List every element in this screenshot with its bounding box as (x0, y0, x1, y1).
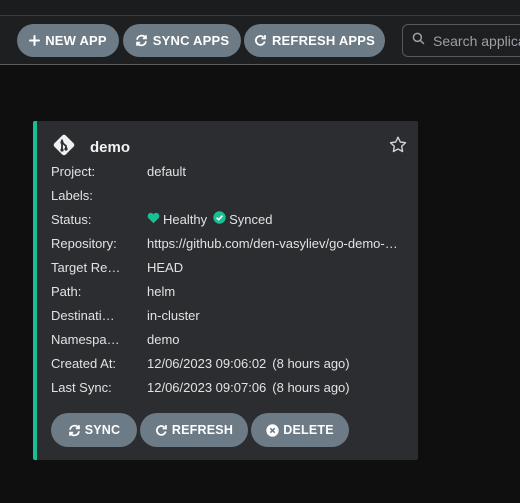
refresh-label: REFRESH (171, 423, 234, 437)
field-label: Repository: (51, 235, 117, 251)
sync-label: SYNC (84, 423, 121, 437)
field-label: Destinati… (51, 307, 115, 323)
sync-apps-button[interactable]: SYNC APPS (123, 24, 241, 57)
field-label: Target Re… (51, 259, 121, 275)
refresh-icon (254, 34, 267, 47)
sync-icon (68, 424, 81, 437)
field-value: in-cluster (147, 307, 200, 323)
field-label: Labels: (51, 187, 93, 203)
refresh-icon (155, 424, 168, 437)
field-destination: Destinati… in-cluster (51, 303, 411, 327)
created-date: 12/06/2023 09:06:02 (147, 355, 267, 371)
field-target-revision: Target Re… HEAD (51, 255, 411, 279)
check-circle-icon (213, 211, 229, 227)
search-input[interactable] (433, 32, 520, 49)
search-box[interactable] (402, 24, 520, 57)
refresh-button[interactable]: REFRESH (140, 413, 248, 447)
heart-icon (147, 212, 163, 227)
new-app-button[interactable]: NEW APP (17, 24, 119, 57)
created-ago: (8 hours ago) (272, 355, 350, 371)
field-value: default (147, 163, 187, 179)
field-value: helm (147, 283, 176, 299)
field-value: HEAD (147, 259, 184, 275)
field-repository: Repository: https://github.com/den-vasyl… (51, 231, 411, 255)
sync-icon (135, 34, 148, 47)
field-value: 12/06/2023 09:06:02 (8 hours ago) (147, 356, 350, 371)
field-value: 12/06/2023 09:07:06 (8 hours ago) (147, 380, 350, 395)
times-circle-icon (266, 423, 279, 437)
sync-date: 12/06/2023 09:07:06 (147, 379, 267, 395)
field-label: Created At: (51, 355, 117, 371)
field-status: Status: Healthy Synced (51, 207, 411, 231)
field-labels: Labels: (51, 183, 411, 207)
field-path: Path: helm (51, 279, 411, 303)
sync-button[interactable]: SYNC (51, 413, 137, 447)
field-label: Status: (51, 211, 92, 227)
search-icon (412, 32, 425, 50)
field-label: Last Sync: (51, 379, 112, 395)
refresh-apps-button[interactable]: REFRESH APPS (244, 24, 385, 57)
sync-status: Synced (229, 211, 273, 227)
field-label: Path: (51, 283, 82, 299)
status-values: Healthy Synced (147, 211, 272, 227)
sync-apps-label: SYNC APPS (152, 33, 230, 48)
field-namespace: Namespa… demo (51, 327, 411, 351)
delete-label: DELETE (283, 423, 334, 437)
new-app-label: NEW APP (45, 33, 107, 48)
app-name[interactable]: demo (90, 139, 130, 156)
field-label: Namespa… (51, 331, 120, 347)
plus-icon (29, 35, 41, 46)
git-icon (52, 133, 76, 162)
app-card[interactable]: demo Project: default Labels: Status: He… (33, 121, 418, 460)
field-last-sync: Last Sync: 12/06/2023 09:07:06 (8 hours … (51, 375, 411, 399)
toolbar: NEW APP SYNC APPS REFRESH APPS (0, 16, 520, 65)
field-created-at: Created At: 12/06/2023 09:06:02 (8 hours… (51, 351, 411, 375)
repository-link[interactable]: https://github.com/den-vasyliev/go-demo-… (147, 236, 398, 251)
top-strip (0, 0, 520, 16)
refresh-apps-label: REFRESH APPS (271, 33, 376, 48)
field-label: Project: (51, 163, 96, 179)
delete-button[interactable]: DELETE (251, 413, 349, 447)
health-status: Healthy (163, 211, 208, 227)
app-card-header: demo (52, 133, 130, 162)
star-icon[interactable] (389, 136, 407, 158)
sync-ago: (8 hours ago) (272, 379, 350, 395)
field-value: demo (147, 331, 180, 347)
field-project: Project: default (51, 159, 411, 183)
